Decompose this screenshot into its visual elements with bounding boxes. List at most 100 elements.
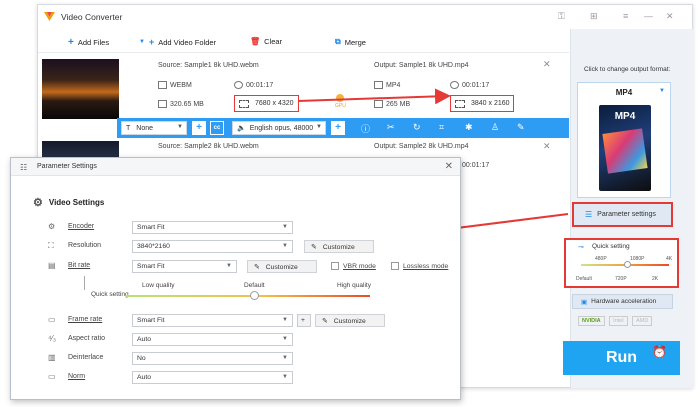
- chevron-down-icon: ▼: [177, 124, 183, 130]
- watermark-icon[interactable]: ♙: [491, 122, 499, 133]
- quality-slider-knob[interactable]: [624, 261, 631, 268]
- nvidia-badge[interactable]: NVIDIA: [578, 316, 605, 326]
- remove-file-icon[interactable]: ✕: [543, 59, 551, 70]
- norm-label[interactable]: Norm: [68, 373, 85, 380]
- bitrate-customize-button[interactable]: ✎ Customize: [247, 260, 317, 273]
- crop-icon[interactable]: ⌗: [439, 122, 444, 133]
- clear-button[interactable]: 🗑 Clear: [250, 37, 282, 46]
- bitrate-icon: ▤: [48, 261, 56, 270]
- lossless-mode-checkbox[interactable]: Lossless mode: [391, 262, 448, 270]
- framerate-label[interactable]: Frame rate: [68, 316, 102, 323]
- cc-icon[interactable]: cc: [210, 121, 224, 135]
- aspect-ratio-select[interactable]: Auto ▼: [132, 333, 293, 346]
- encoder-label[interactable]: Encoder: [68, 223, 94, 230]
- plus-icon: +: [68, 37, 74, 48]
- source-name-2: Source: Sample2 8k UHD.webm: [158, 143, 259, 150]
- video-strip-icon: [602, 128, 648, 174]
- format-icon: [374, 81, 383, 89]
- cut-icon[interactable]: ✂: [387, 122, 395, 133]
- rotate-icon[interactable]: ↻: [413, 122, 421, 133]
- intel-badge[interactable]: Intel: [609, 316, 628, 326]
- clear-label: Clear: [264, 37, 283, 46]
- aspect-ratio-icon: ⁴⁄₃: [48, 334, 57, 343]
- add-subtitle-button[interactable]: +: [192, 121, 206, 135]
- video-settings-heading: ⚙ Video Settings: [33, 197, 105, 209]
- minimize-button[interactable]: —: [644, 11, 653, 21]
- resolution-select[interactable]: 3840*2160 ▼: [132, 240, 293, 253]
- remove-file-icon-2[interactable]: ✕: [543, 141, 551, 152]
- dialog-close-button[interactable]: ✕: [445, 161, 453, 172]
- output-size-value: 265 MB: [386, 100, 411, 108]
- quick-setting-panel: ⊸ Quick setting 480P 1080P 4K Default 72…: [564, 238, 679, 288]
- dialog-title: Parameter Settings: [37, 163, 97, 170]
- source-size-value: 320.65 MB: [170, 100, 204, 108]
- deinterlace-select[interactable]: No ▼: [132, 352, 293, 365]
- chevron-down-icon: ▼: [282, 224, 288, 230]
- resolution-icon: [455, 99, 465, 108]
- video-thumbnail[interactable]: [42, 59, 119, 119]
- quality-slider-knob[interactable]: [250, 291, 259, 300]
- bitrate-select[interactable]: Smart Fit ▼: [132, 260, 237, 273]
- bitrate-label[interactable]: Bit rate: [68, 262, 90, 269]
- hardware-acceleration-button[interactable]: ▣ Hardware acceleration: [572, 294, 673, 309]
- gpu-badge: GPU: [335, 94, 346, 109]
- add-video-folder-button[interactable]: ▼ + Add Video Folder: [139, 37, 216, 47]
- chevron-down-icon: ▼: [282, 374, 288, 380]
- size-icon: [374, 100, 383, 108]
- add-files-button[interactable]: + Add Files: [68, 37, 109, 48]
- chip-icon: ▣: [581, 298, 588, 306]
- source-duration: 00:01:17: [234, 81, 273, 89]
- encoder-select[interactable]: Smart Fit ▼: [132, 221, 293, 234]
- file-options-bar: T None ▼ + cc 🔈 English opus, 48000 ▼ + ⓘ ✂ …: [117, 118, 569, 138]
- source-format-value: WEBM: [170, 81, 192, 89]
- alarm-clock-icon[interactable]: ⏰: [652, 345, 667, 359]
- output-duration-value: 00:01:17: [462, 81, 490, 89]
- close-window-button[interactable]: ✕: [666, 11, 674, 22]
- output-resolution-value: 3840 x 2160: [471, 100, 510, 107]
- norm-select[interactable]: Auto ▼: [132, 371, 293, 384]
- gpu-icon: [336, 94, 345, 102]
- pencil-icon: ✎: [311, 244, 317, 251]
- edit-icon[interactable]: ✎: [517, 122, 525, 133]
- parameter-settings-dialog: ☷ Parameter Settings ✕ ⚙ Video Settings …: [10, 157, 461, 400]
- amd-badge[interactable]: AMD: [632, 316, 653, 326]
- clock-icon: [450, 81, 459, 89]
- subtitle-select[interactable]: T None ▼: [121, 121, 187, 135]
- output-size: 265 MB: [374, 100, 410, 108]
- effect-icon[interactable]: ✱: [465, 122, 473, 133]
- key-icon[interactable]: ⚿: [558, 11, 565, 22]
- framerate-customize-button[interactable]: ✎ Customize: [315, 314, 385, 327]
- quick-setting-label: Quick setting: [91, 291, 129, 298]
- add-audio-button[interactable]: +: [331, 121, 345, 135]
- output-duration: 00:01:17: [450, 81, 489, 89]
- info-icon[interactable]: ⓘ: [361, 122, 370, 135]
- deinterlace-label: Deinterlace: [68, 354, 104, 361]
- output-format-name: MP4: [615, 88, 633, 97]
- parameter-settings-button[interactable]: ☰ Parameter settings: [572, 202, 673, 227]
- framerate-add-button[interactable]: +: [297, 314, 311, 327]
- quick-setting-bracket: [84, 276, 85, 290]
- merge-label: Merge: [344, 37, 366, 47]
- clock-icon: [234, 81, 243, 89]
- chevron-down-icon: ▼: [282, 336, 288, 342]
- quality-slider-track[interactable]: [126, 295, 370, 297]
- menu-icon[interactable]: ≡: [623, 11, 628, 21]
- source-resolution-value: 7680 x 4320: [255, 100, 294, 107]
- chevron-down-icon: ▼: [226, 263, 232, 269]
- source-size: 320.65 MB: [158, 100, 204, 108]
- aspect-ratio-label: Aspect ratio: [68, 335, 105, 342]
- gpu-list: NVIDIA Intel AMD: [578, 316, 655, 326]
- cart-icon[interactable]: ⊞: [590, 11, 598, 22]
- deinterlace-icon: ▥: [48, 353, 56, 362]
- norm-icon: ▭: [48, 372, 56, 381]
- output-format-tile[interactable]: MP4 ▼ MP4: [577, 82, 671, 198]
- audio-track-select[interactable]: 🔈 English opus, 48000 ▼: [232, 121, 326, 135]
- pencil-icon: ✎: [254, 264, 260, 271]
- merge-button[interactable]: ⧉ Merge: [335, 37, 366, 47]
- output-format-hint: Click to change output format:: [584, 66, 671, 73]
- vbr-mode-checkbox[interactable]: VBR mode: [331, 262, 376, 270]
- framerate-select[interactable]: Smart Fit ▼: [132, 314, 293, 327]
- title-bar: Video Converter ⚿ ⊞ ≡ — ✕: [38, 5, 692, 29]
- resolution-customize-button[interactable]: ✎ Customize: [304, 240, 374, 253]
- output-resolution-highlight: 3840 x 2160: [450, 95, 514, 112]
